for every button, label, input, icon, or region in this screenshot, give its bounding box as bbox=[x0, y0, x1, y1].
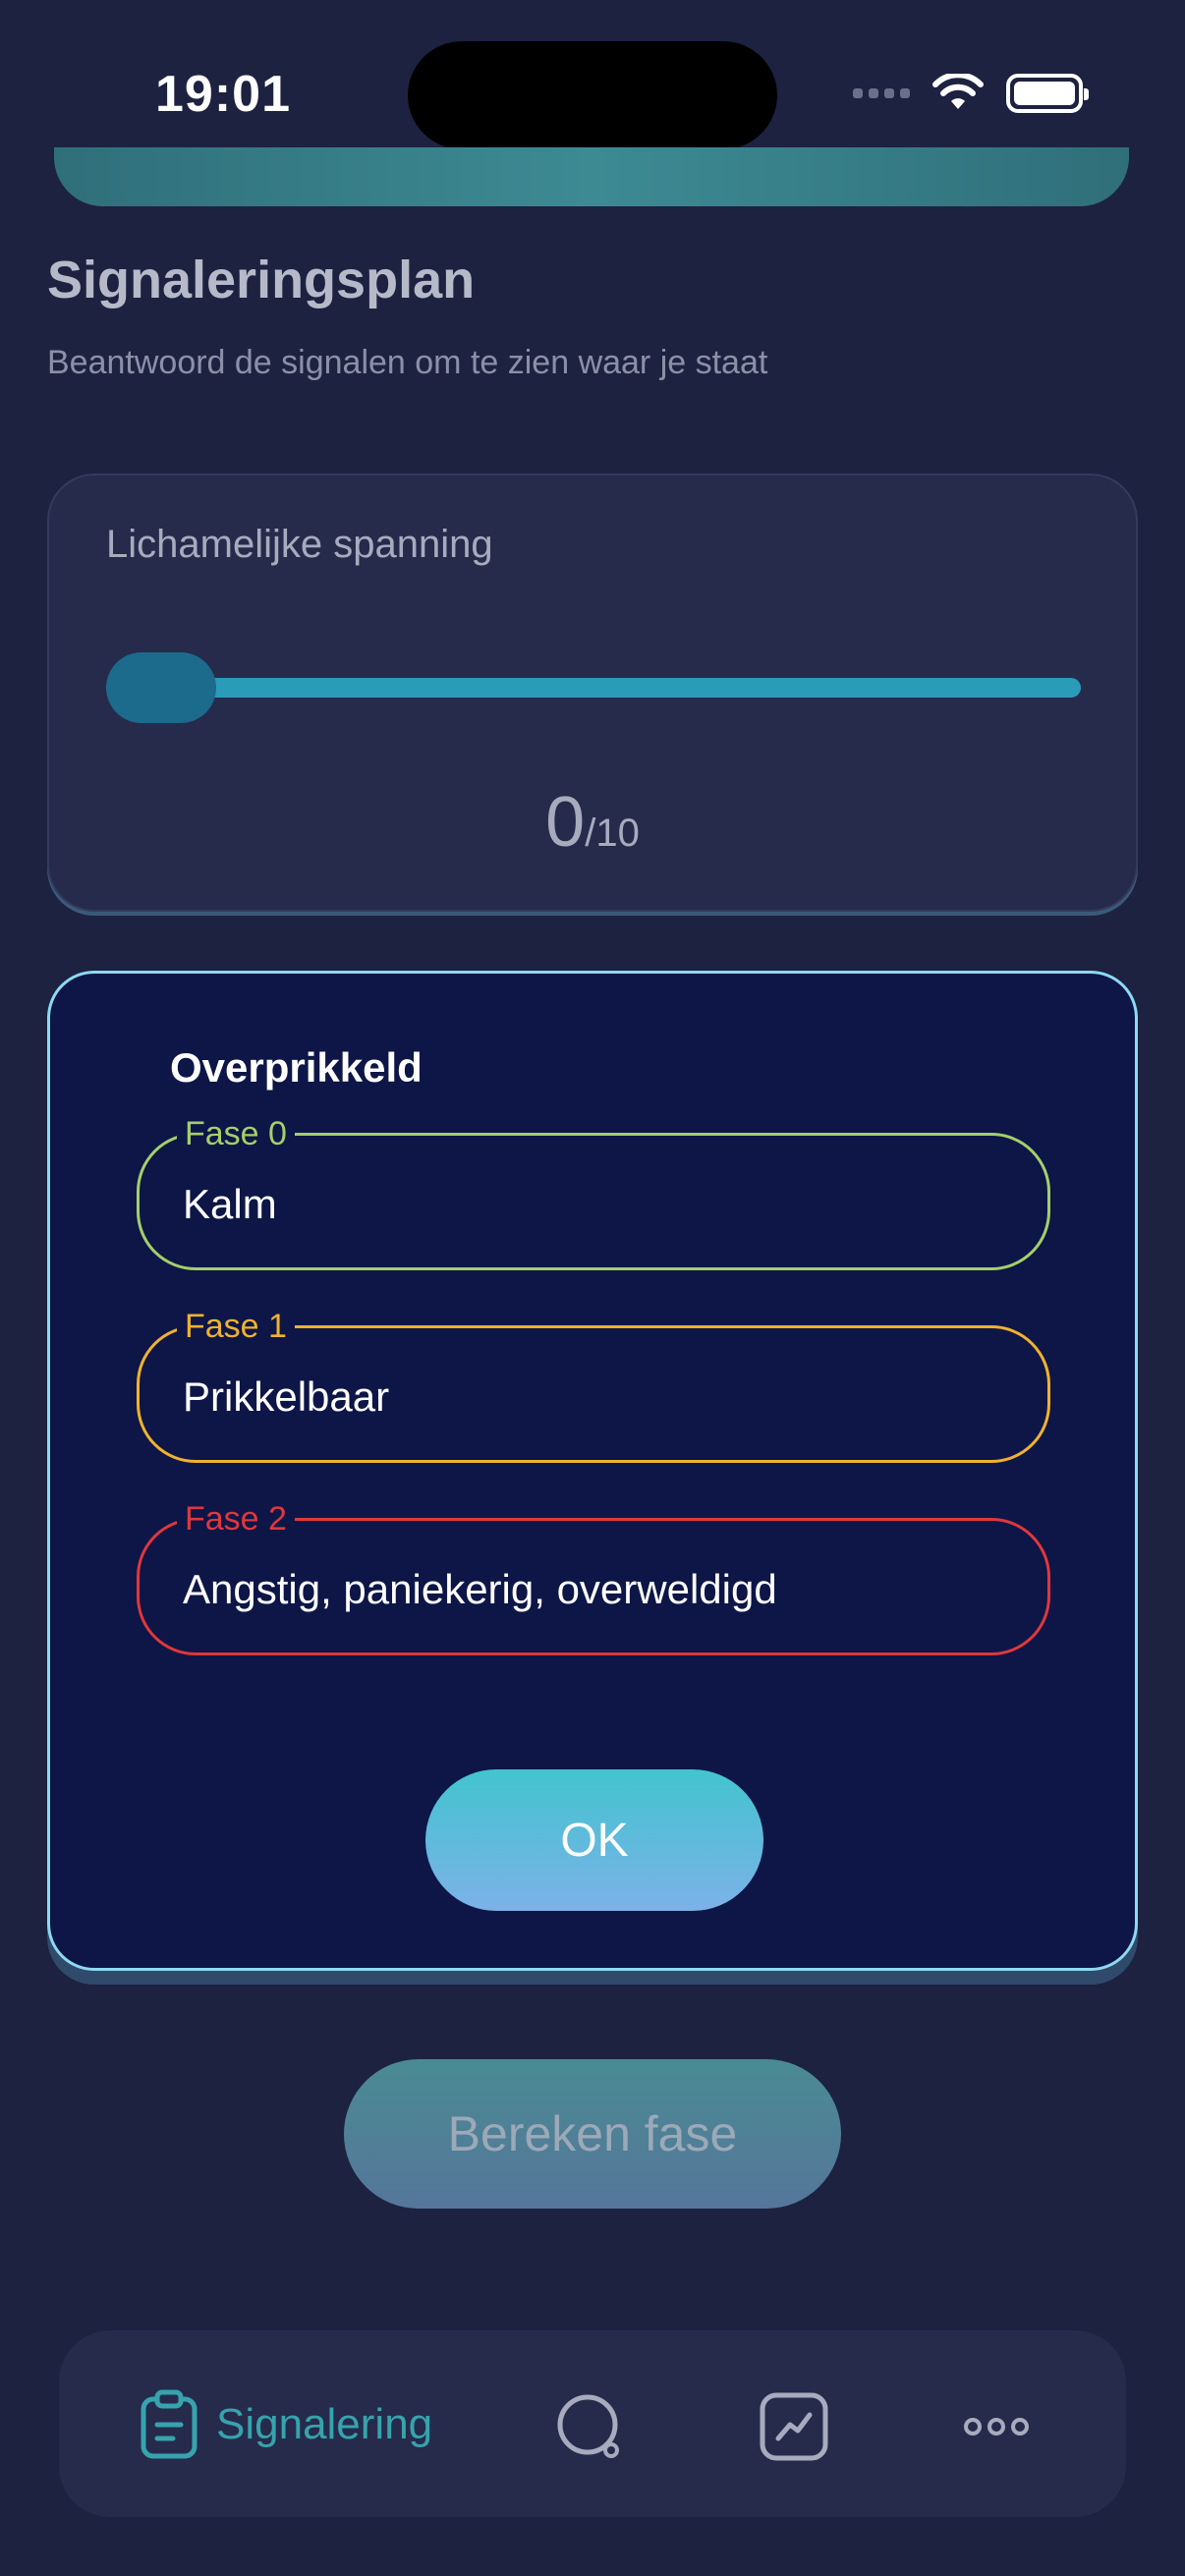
nav-item-signalering[interactable]: Signalering bbox=[138, 2389, 432, 2460]
more-icon[interactable] bbox=[961, 2391, 1032, 2462]
slider-value-readout: 0/10 bbox=[49, 782, 1136, 863]
signal-card: Lichamelijke spanning 0/10 bbox=[47, 474, 1138, 912]
phase-dialog: Overprikkeld Fase 0 Kalm Fase 1 Prikkelb… bbox=[47, 971, 1138, 1971]
page-title: Signaleringsplan bbox=[47, 251, 476, 309]
status-icons bbox=[853, 69, 1089, 118]
calculate-phase-button[interactable]: Bereken fase bbox=[344, 2059, 841, 2209]
dialog-title: Overprikkeld bbox=[170, 1044, 423, 1091]
chart-icon[interactable] bbox=[759, 2391, 829, 2462]
status-time: 19:01 bbox=[155, 66, 291, 123]
cellular-signal-icon bbox=[853, 88, 910, 98]
page-subtitle: Beantwoord de signalen om te zien waar j… bbox=[47, 344, 768, 381]
slider-max-label: /10 bbox=[585, 812, 640, 855]
phase-2-value: Angstig, paniekerig, overweldigd bbox=[183, 1566, 777, 1612]
slider-value: 0 bbox=[545, 783, 586, 862]
phase-0-field: Fase 0 Kalm bbox=[137, 1114, 1050, 1270]
ok-button[interactable]: OK bbox=[425, 1769, 763, 1911]
slider-thumb[interactable] bbox=[106, 652, 216, 723]
signal-label: Lichamelijke spanning bbox=[106, 523, 493, 566]
clipboard-icon bbox=[141, 2389, 198, 2459]
phase-1-legend: Fase 1 bbox=[177, 1307, 295, 1346]
search-icon[interactable] bbox=[554, 2391, 625, 2462]
screen: 19:01 Signaleringsplan Beantwoord de sig… bbox=[0, 0, 1185, 2576]
battery-icon bbox=[1006, 74, 1089, 113]
phase-1-field: Fase 1 Prikkelbaar bbox=[137, 1307, 1050, 1463]
wifi-icon bbox=[932, 74, 984, 109]
phase-1-value: Prikkelbaar bbox=[183, 1373, 390, 1420]
previous-card-edge bbox=[54, 147, 1129, 206]
slider-track[interactable] bbox=[106, 678, 1081, 698]
phase-2-field: Fase 2 Angstig, paniekerig, overweldigd bbox=[137, 1499, 1050, 1655]
bottom-nav: Signalering bbox=[59, 2330, 1126, 2517]
nav-label-signalering: Signalering bbox=[216, 2400, 433, 2448]
dynamic-island bbox=[408, 41, 777, 149]
phase-2-legend: Fase 2 bbox=[177, 1499, 295, 1539]
phase-0-value: Kalm bbox=[183, 1181, 277, 1227]
phase-0-legend: Fase 0 bbox=[177, 1114, 295, 1153]
